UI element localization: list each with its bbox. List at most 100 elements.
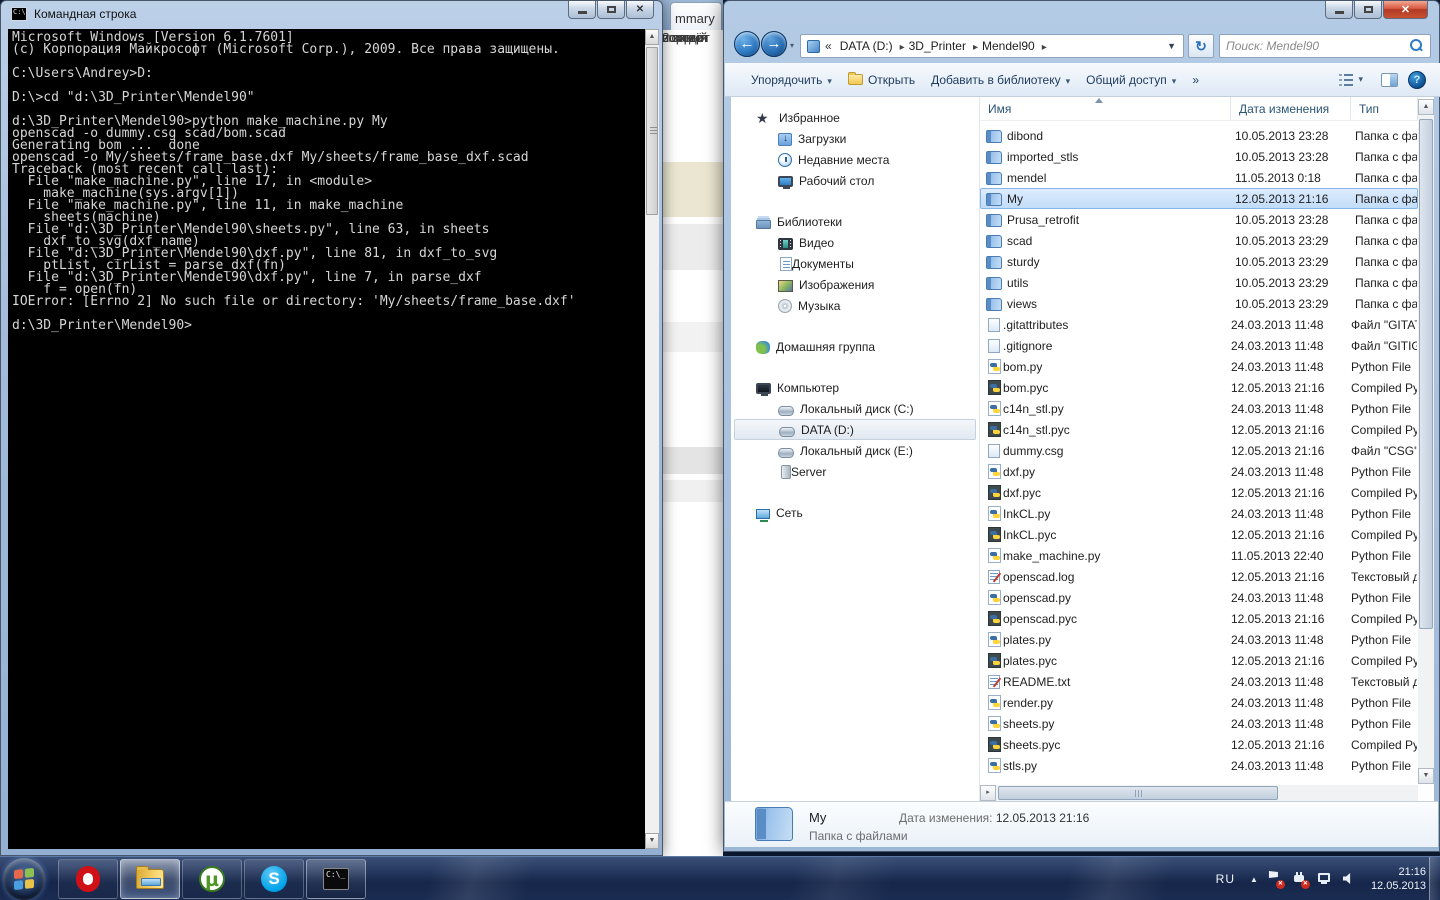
file-row[interactable]: imported_stls 10.05.2013 23:28 Папка с ф… [980, 146, 1418, 167]
console-scrollbar[interactable]: ▲ ▼ [645, 29, 659, 849]
file-row[interactable]: plates.py 24.03.2013 11:48 Python File [980, 629, 1418, 650]
file-row[interactable]: README.txt 24.03.2013 11:48 Текстовый до… [980, 671, 1418, 692]
sidebar-item[interactable]: Изображения [734, 274, 976, 295]
file-row[interactable]: utils 10.05.2013 23:29 Папка с файлами [980, 272, 1418, 293]
file-row[interactable]: openscad.log 12.05.2013 21:16 Текстовый … [980, 566, 1418, 587]
file-row[interactable]: views 10.05.2013 23:29 Папка с файлами [980, 293, 1418, 314]
sidebar-item[interactable]: Загрузки [734, 128, 976, 149]
file-row[interactable]: sturdy 10.05.2013 23:29 Папка с файлами [980, 251, 1418, 272]
maximize-button[interactable] [597, 1, 625, 19]
show-desktop-button[interactable] [1429, 857, 1440, 900]
horizontal-scrollbar[interactable]: ◂ ▸ [980, 785, 1418, 801]
file-row[interactable]: dxf.py 24.03.2013 11:48 Python File [980, 461, 1418, 482]
taskbar-explorer-button[interactable] [120, 859, 180, 899]
column-header-type[interactable]: Тип [1351, 97, 1418, 120]
file-row[interactable]: InkCL.pyc 12.05.2013 21:16 Compiled Pyth… [980, 524, 1418, 545]
clock[interactable]: 21:16 12.05.2013 [1367, 865, 1426, 893]
search-input[interactable] [1220, 36, 1408, 56]
address-bar[interactable]: « DATA (D:) 3D_Printer Mendel90 ▼ [800, 34, 1184, 58]
volume-icon[interactable] [1342, 871, 1358, 887]
sidebar-item[interactable]: Библиотеки [734, 211, 976, 232]
file-row[interactable]: Prusa_retrofit 10.05.2013 23:28 Папка с … [980, 209, 1418, 230]
scroll-down-icon[interactable]: ▼ [1418, 768, 1434, 784]
sidebar-item[interactable]: Документы [734, 253, 976, 274]
file-row[interactable]: scad 10.05.2013 23:29 Папка с файлами [980, 230, 1418, 251]
taskbar-opera-button[interactable] [58, 859, 118, 899]
close-button[interactable]: ✕ [1383, 1, 1428, 19]
file-row[interactable]: c14n_stl.py 24.03.2013 11:48 Python File [980, 398, 1418, 419]
collapsed-crumbs-icon[interactable]: « [825, 39, 832, 53]
open-button[interactable]: Открыть [840, 68, 923, 92]
file-row[interactable]: My 12.05.2013 21:16 Папка с файлами [980, 188, 1418, 209]
search-icon[interactable] [1408, 38, 1424, 54]
sidebar-item[interactable]: Музыка [734, 295, 976, 316]
history-dropdown-icon[interactable]: ▾ [790, 41, 794, 50]
background-tab-summary[interactable]: mmary [670, 2, 722, 30]
taskbar-cmd-button[interactable] [306, 859, 366, 899]
organize-button[interactable]: Упорядочить [743, 68, 840, 92]
sidebar-item[interactable]: Избранное [734, 107, 976, 128]
scroll-up-icon[interactable]: ▲ [1418, 99, 1434, 115]
file-row[interactable]: render.py 24.03.2013 11:48 Python File [980, 692, 1418, 713]
file-row[interactable]: sheets.pyc 12.05.2013 21:16 Compiled Pyt… [980, 734, 1418, 755]
sidebar-item[interactable]: Видео [734, 232, 976, 253]
add-to-library-button[interactable]: Добавить в библиотеку [923, 68, 1078, 92]
refresh-button[interactable]: ↻ [1188, 34, 1214, 58]
back-button[interactable]: ← [734, 31, 760, 57]
file-row[interactable]: bom.pyc 12.05.2013 21:16 Compiled Python… [980, 377, 1418, 398]
taskbar-utorrent-button[interactable]: µ [182, 859, 242, 899]
address-dropdown-icon[interactable]: ▼ [1164, 41, 1179, 51]
sidebar-item[interactable]: Домашняя группа [734, 336, 976, 357]
file-row[interactable]: openscad.pyc 12.05.2013 21:16 Compiled P… [980, 608, 1418, 629]
show-hidden-icons-icon[interactable]: ▲ [1250, 875, 1258, 884]
minimize-button[interactable] [568, 1, 596, 19]
sidebar-item[interactable]: Рабочий стол [734, 170, 976, 191]
file-row[interactable]: dibond 10.05.2013 23:28 Папка с файлами [980, 125, 1418, 146]
scroll-right-icon[interactable]: ▸ [980, 785, 996, 801]
minimize-button[interactable] [1325, 1, 1353, 19]
file-row[interactable]: dxf.pyc 12.05.2013 21:16 Compiled Python… [980, 482, 1418, 503]
file-row[interactable]: InkCL.py 24.03.2013 11:48 Python File [980, 503, 1418, 524]
change-view-button[interactable]: ▾ [1330, 68, 1371, 91]
file-row[interactable]: bom.py 24.03.2013 11:48 Python File [980, 356, 1418, 377]
file-row[interactable]: sheets.py 24.03.2013 11:48 Python File [980, 713, 1418, 734]
column-header-date[interactable]: Дата изменения [1231, 97, 1351, 120]
help-button[interactable]: ? [1408, 71, 1426, 89]
file-row[interactable]: plates.pyc 12.05.2013 21:16 Compiled Pyt… [980, 650, 1418, 671]
scroll-up-icon[interactable]: ▲ [645, 29, 659, 45]
file-row[interactable]: c14n_stl.pyc 12.05.2013 21:16 Compiled P… [980, 419, 1418, 440]
file-row[interactable]: make_machine.py 11.05.2013 22:40 Python … [980, 545, 1418, 566]
file-row[interactable]: dummy.csg 12.05.2013 21:16 Файл "CSG" [980, 440, 1418, 461]
scroll-thumb[interactable] [1419, 119, 1433, 629]
sidebar-item[interactable]: Локальный диск (C:) [734, 398, 976, 419]
sidebar-item[interactable]: DATA (D:) [734, 419, 976, 440]
breadcrumb[interactable]: DATA (D:) [838, 36, 907, 56]
sidebar-item[interactable]: Компьютер [734, 377, 976, 398]
start-button[interactable] [3, 858, 45, 900]
file-row[interactable]: stls.py 24.03.2013 11:48 Python File [980, 755, 1418, 776]
scroll-thumb[interactable] [998, 786, 1278, 800]
sidebar-item[interactable]: Server [734, 461, 976, 482]
network-icon[interactable] [1317, 871, 1333, 887]
console-scroll-thumb[interactable] [646, 47, 658, 215]
preview-pane-button[interactable] [1381, 73, 1398, 87]
share-button[interactable]: Общий доступ [1078, 68, 1184, 92]
file-row[interactable]: openscad.py 24.03.2013 11:48 Python File [980, 587, 1418, 608]
column-header-name[interactable]: Имя [980, 97, 1231, 120]
power-plug-icon[interactable]: ✕ [1292, 871, 1308, 887]
taskbar-skype-button[interactable]: S [244, 859, 304, 899]
more-commands-button[interactable]: » [1184, 68, 1207, 92]
sidebar-item[interactable]: Локальный диск (E:) [734, 440, 976, 461]
language-indicator[interactable]: RU [1216, 872, 1241, 886]
maximize-button[interactable] [1354, 1, 1382, 19]
close-button[interactable]: ✕ [626, 1, 654, 19]
breadcrumb[interactable]: 3D_Printer [907, 36, 980, 56]
forward-button[interactable]: → [761, 31, 787, 57]
sidebar-item[interactable]: Недавние места [734, 149, 976, 170]
cmd-titlebar[interactable]: Командная строка [11, 7, 136, 21]
vertical-scrollbar[interactable]: ▲ ▼ [1418, 99, 1434, 784]
action-center-flag-icon[interactable]: ✕ [1267, 871, 1283, 887]
sidebar-item[interactable]: Сеть [734, 502, 976, 523]
file-row[interactable]: mendel 11.05.2013 0:18 Папка с файлами [980, 167, 1418, 188]
scroll-down-icon[interactable]: ▼ [645, 833, 659, 849]
